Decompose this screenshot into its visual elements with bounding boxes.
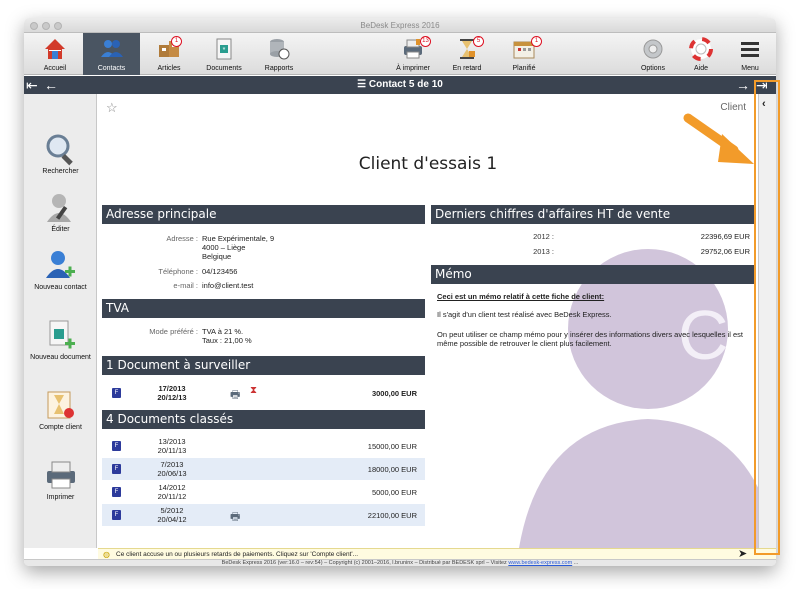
home-icon: [45, 39, 65, 59]
website-link[interactable]: www.bedesk-express.com: [508, 560, 572, 566]
toolbar-planifie[interactable]: 1 Planifié: [498, 33, 550, 75]
printer-icon: [46, 461, 75, 489]
toolbar-options[interactable]: Options: [629, 33, 677, 75]
zoom-window-button[interactable]: [54, 22, 62, 30]
record-title[interactable]: ☰ Contact 5 de 10: [24, 76, 776, 94]
imprimer-badge: 13: [420, 36, 431, 47]
printer-icon: 🖶: [230, 511, 241, 523]
memo-paragraph: Il s'agit d'un client test réalisé avec …: [437, 310, 612, 319]
edit-contact-icon: [46, 194, 71, 222]
articles-badge: 1: [171, 36, 182, 47]
sidebar-compte-client[interactable]: Compte client: [24, 388, 97, 431]
section-memo: Mémo: [431, 265, 754, 284]
toolbar-en-retard[interactable]: 5 En retard: [442, 33, 492, 75]
list-icon: ☰: [357, 79, 367, 90]
document-icon: *: [216, 38, 232, 60]
favorite-star-icon[interactable]: ☆: [106, 100, 118, 116]
email-value[interactable]: info@client.test: [202, 281, 253, 290]
invoice-icon: F: [112, 464, 121, 474]
section-documents-classes: 4 Documents classés: [102, 410, 425, 429]
lifebuoy-icon: [689, 37, 713, 61]
section-adresse: Adresse principale: [102, 205, 425, 224]
main-toolbar: Accueil Contacts 1 Articles * Documents: [24, 33, 776, 75]
gear-icon: [643, 39, 663, 59]
record-navigation-bar: ⇤ ← ☰ Contact 5 de 10 → ⇥: [24, 76, 776, 94]
annotation-arrow-icon: [683, 113, 754, 164]
toolbar-rapports[interactable]: Rapports: [254, 33, 304, 75]
database-report-icon: [270, 39, 290, 60]
toolbar-contacts[interactable]: Contacts: [83, 33, 140, 75]
action-sidebar: Rechercher Éditer Nouveau contact Nouvea…: [24, 94, 97, 548]
table-row[interactable]: F 17/2013 20/12/13 🖶 ⧗ 3000,00 EUR: [102, 382, 425, 404]
section-tva: TVA: [102, 299, 425, 318]
minimize-window-button[interactable]: [42, 22, 50, 30]
alert-bar[interactable]: ◍ Ce client accuse un ou plusieurs retar…: [98, 548, 776, 559]
toolbar-articles[interactable]: 1 Articles: [144, 33, 194, 75]
sidebar-imprimer[interactable]: Imprimer: [24, 458, 97, 501]
contact-detail: C ☆ Client Client d'essais 1 Adresse pri…: [98, 94, 758, 548]
window-title: BeDesk Express 2016: [360, 21, 440, 30]
contacts-icon: [100, 40, 123, 57]
section-chiffres-affaires: Derniers chiffres d'affaires HT de vente: [431, 205, 754, 224]
hourglass-icon: ⧗: [250, 385, 258, 396]
toolbar-menu[interactable]: Menu: [726, 33, 774, 75]
sidebar-rechercher[interactable]: Rechercher: [24, 132, 97, 175]
planifie-badge: 1: [531, 36, 542, 47]
title-bar: BeDesk Express 2016: [24, 18, 776, 33]
table-row[interactable]: F 14/2012 20/11/12 5000,00 EUR: [102, 481, 425, 503]
invoice-icon: F: [112, 441, 121, 451]
toolbar-aide[interactable]: Aide: [677, 33, 725, 75]
contact-name: Client d'essais 1: [358, 154, 498, 174]
sidebar-editer[interactable]: Éditer: [24, 190, 97, 233]
toolbar-accueil[interactable]: Accueil: [30, 33, 80, 75]
table-row[interactable]: F 13/2013 20/11/13 15000,00 EUR: [102, 435, 425, 457]
memo-paragraph: On peut utiliser ce champ mémo pour y in…: [437, 330, 743, 348]
tva-mode-value: TVA à 21 %. Taux : 21,00 %: [202, 327, 252, 345]
close-window-button[interactable]: [30, 22, 38, 30]
account-hourglass-icon: [47, 391, 74, 419]
table-row[interactable]: F 7/2013 20/06/13 18000,00 EUR: [102, 458, 425, 480]
invoice-icon: F: [112, 510, 121, 520]
toolbar-a-imprimer[interactable]: 13 À imprimer: [387, 33, 439, 75]
toolbar-documents[interactable]: * Documents: [199, 33, 249, 75]
section-document-surveiller: 1 Document à surveiller: [102, 356, 425, 375]
adresse-value: Rue Expérimentale, 9 4000 – Liège Belgiq…: [202, 234, 275, 261]
next-record-icon[interactable]: →: [736, 76, 750, 94]
table-row[interactable]: F 5/2012 20/04/12 🖶 22100,00 EUR: [102, 504, 425, 526]
invoice-icon: F: [112, 487, 121, 497]
svg-text:*: *: [223, 47, 226, 54]
app-window: BeDesk Express 2016 Accueil Contacts 1 A…: [24, 18, 776, 566]
retard-badge: 5: [473, 36, 484, 47]
printer-icon: 🖶: [230, 389, 241, 401]
invoice-icon: F: [112, 388, 121, 398]
memo-title: Ceci est un mémo relatif à cette fiche d…: [437, 292, 605, 301]
mouse-cursor-icon: ➤: [738, 548, 748, 560]
hamburger-menu-icon: [741, 42, 759, 57]
sidebar-nouveau-contact[interactable]: Nouveau contact: [24, 248, 97, 291]
telephone-value[interactable]: 04/123456: [202, 267, 237, 276]
magnifier-icon: [46, 134, 73, 166]
footer-bar: BeDesk Express 2016 (ver:16.0 – rev:54) …: [24, 559, 776, 566]
add-contact-icon: [45, 251, 75, 278]
add-document-icon: [49, 320, 75, 349]
sidebar-nouveau-document[interactable]: Nouveau document: [24, 318, 97, 361]
